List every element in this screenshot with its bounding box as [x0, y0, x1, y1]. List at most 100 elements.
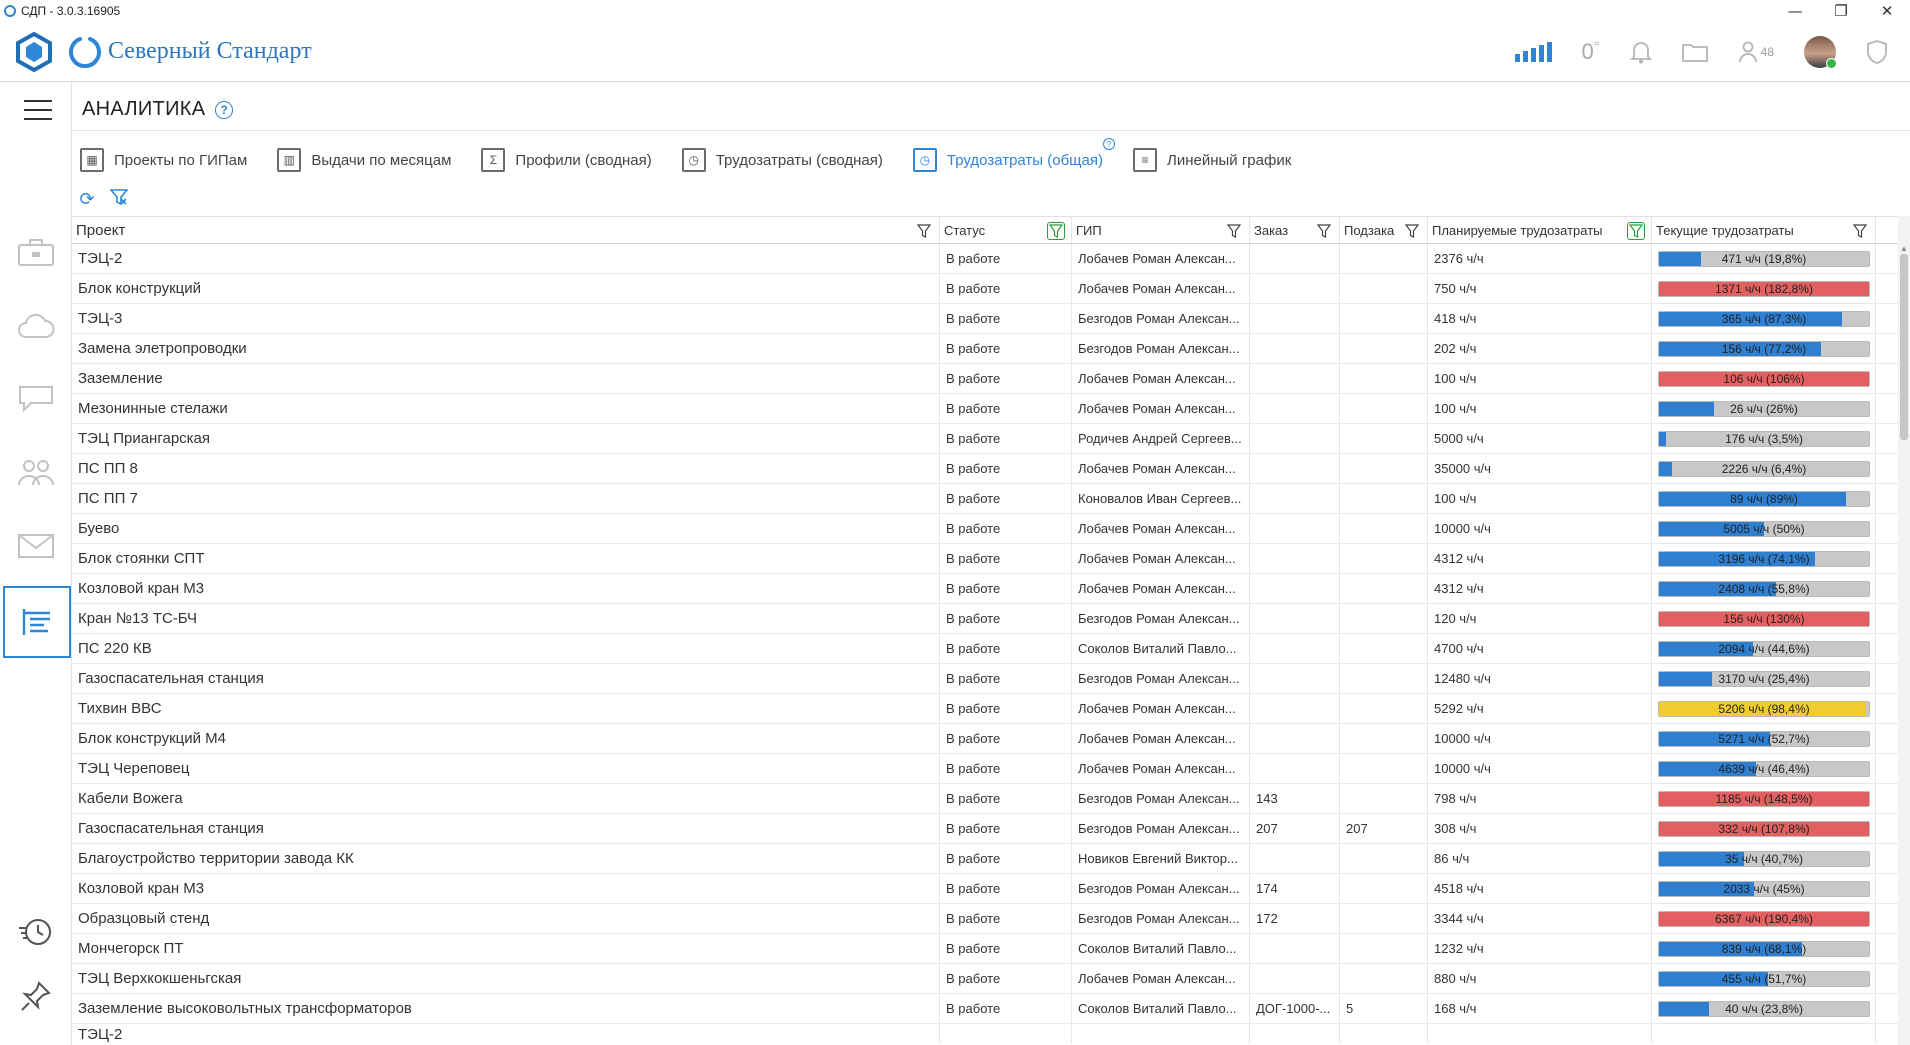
company-logo-icon	[16, 31, 52, 72]
table-row[interactable]: ПС 220 КВ В работе Соколов Виталий Павло..…	[72, 634, 1900, 664]
current-cell: 455 ч/ч (51,7%)	[1652, 964, 1876, 993]
current-cell: 471 ч/ч (19,8%)	[1652, 244, 1876, 273]
menu-toggle[interactable]	[0, 82, 72, 154]
filter-active-icon[interactable]	[1047, 222, 1065, 240]
tab-gantt-chart[interactable]: ≡ Линейный график	[1132, 148, 1292, 172]
menu-icon	[24, 100, 52, 120]
restore-button[interactable]: ❐	[1818, 0, 1864, 22]
suborder-cell	[1340, 754, 1428, 783]
counter-indicator[interactable]: 0=	[1582, 39, 1600, 65]
table-row[interactable]: Заземление В работе Лобачев Роман Алексан.…	[72, 364, 1900, 394]
help-icon[interactable]: ?	[215, 100, 234, 119]
column-current[interactable]: Текущие трудозатраты	[1652, 217, 1876, 243]
table-row[interactable]: ТЭЦ-3 В работе Безгодов Роман Алексан... 41…	[72, 304, 1900, 334]
current-cell: 156 ч/ч (77,2%)	[1652, 334, 1876, 363]
table-row[interactable]: Блок конструкций В работе Лобачев Роман Ал…	[72, 274, 1900, 304]
bell-icon[interactable]	[1629, 40, 1652, 64]
column-gip[interactable]: ГИП	[1072, 217, 1250, 243]
rail-history[interactable]	[0, 902, 72, 962]
table-row[interactable]: Газоспасательная станция В работе Безгодов…	[72, 664, 1900, 694]
planned-cell: 12480 ч/ч	[1428, 664, 1652, 693]
table-row[interactable]: ТЭЦ Череповец В работе Лобачев Роман Алекс…	[72, 754, 1900, 784]
shield-icon[interactable]	[1866, 39, 1888, 65]
tab-labor-general[interactable]: ◷ Трудозатраты (общая) ?	[912, 138, 1115, 172]
table-row[interactable]: ПС ПП 7В работе Коновалов Иван Сергеев...…	[72, 484, 1900, 514]
rail-mail[interactable]	[0, 516, 72, 576]
tab-labor-summary[interactable]: ◷ Трудозатраты (сводная)	[681, 148, 883, 172]
suborder-cell	[1340, 274, 1428, 303]
rail-team[interactable]	[0, 442, 72, 502]
tab-issues-by-month[interactable]: ▥ Выдачи по месяцам	[277, 148, 451, 172]
rail-analytics[interactable]	[3, 586, 71, 658]
column-suborder[interactable]: Подзака	[1340, 217, 1428, 243]
connection-signal-icon[interactable]	[1514, 42, 1552, 62]
column-project[interactable]: Проект	[72, 217, 940, 243]
progress-label: 455 ч/ч (51,7%)	[1721, 971, 1807, 986]
close-button[interactable]: ✕	[1864, 0, 1910, 22]
progress-label: 471 ч/ч (19,8%)	[1721, 251, 1807, 266]
suborder-cell	[1340, 424, 1428, 453]
table-row[interactable]: ТЭЦ-2	[72, 1024, 1900, 1044]
table-row[interactable]: ТЭЦ Приангарская В работе Родичев Андрей С…	[72, 424, 1900, 454]
minimize-button[interactable]: —	[1772, 0, 1818, 22]
status-cell: В работе	[940, 424, 1072, 453]
column-planned[interactable]: Планируемые трудозатраты	[1428, 217, 1652, 243]
folder-icon[interactable]	[1681, 42, 1708, 62]
table-row[interactable]: Мезонинные стелажи В работе Лобачев Роман …	[72, 394, 1900, 424]
status-cell: В работе	[940, 364, 1072, 393]
planned-cell: 86 ч/ч	[1428, 844, 1652, 873]
table-row[interactable]: Блок конструкций М4 В работе Лобачев Роман…	[72, 724, 1900, 754]
filter-icon[interactable]	[1225, 222, 1243, 240]
table-row[interactable]: ТЭЦ Верхкокшеньгская В работе Лобачев Рома…	[72, 964, 1900, 994]
filter-icon[interactable]	[1851, 222, 1869, 240]
filter-icon[interactable]	[1403, 222, 1421, 240]
scrollbar-thumb[interactable]	[1900, 254, 1908, 440]
column-status[interactable]: Статус	[940, 217, 1072, 243]
filter-icon[interactable]	[1315, 222, 1333, 240]
suborder-cell	[1340, 454, 1428, 483]
filter-icon[interactable]	[915, 222, 933, 240]
table-row[interactable]: Заземление высоковольтных трансформаторо…	[72, 994, 1900, 1024]
project-cell: Блок стоянки СПТ	[72, 544, 940, 573]
gip-cell: Лобачев Роман Алексан...	[1072, 364, 1250, 393]
table-row[interactable]: Кран №13 ТС-БЧ В работе Безгодов Роман Але…	[72, 604, 1900, 634]
scroll-up-arrow-icon[interactable]: ▲	[1900, 244, 1908, 253]
table-row[interactable]: ПС ПП 8В работе Лобачев Роман Алексан... 3…	[72, 454, 1900, 484]
rail-projects[interactable]	[0, 222, 72, 282]
status-cell: В работе	[940, 694, 1072, 723]
table-row[interactable]: Замена элетропроводки В работе Безгодов Ро…	[72, 334, 1900, 364]
rail-storage[interactable]	[0, 296, 72, 356]
table-row[interactable]: Газоспасательная станция В работе Безгодов…	[72, 814, 1900, 844]
column-order[interactable]: Заказ	[1250, 217, 1340, 243]
suborder-cell	[1340, 544, 1428, 573]
status-cell: В работе	[940, 904, 1072, 933]
avatar[interactable]	[1804, 36, 1837, 69]
tab-label: Профили (сводная)	[515, 151, 652, 169]
order-cell	[1250, 964, 1340, 993]
users-indicator[interactable]: 48	[1738, 41, 1774, 63]
table-row[interactable]: Козловой кран М3 В работе Лобачев Роман Ал…	[72, 574, 1900, 604]
mail-icon	[18, 534, 54, 558]
table-row[interactable]: Тихвин ВВС В работе Лобачев Роман Алексан.…	[72, 694, 1900, 724]
table-row[interactable]: Козловой кран М3 В работе Безгодов Роман А…	[72, 874, 1900, 904]
table-row[interactable]: Кабели Вожега В работе Безгодов Роман Алек…	[72, 784, 1900, 814]
gip-cell: Безгодов Роман Алексан...	[1072, 784, 1250, 813]
rail-chat[interactable]	[0, 368, 72, 428]
filter-active-icon[interactable]	[1627, 222, 1645, 240]
table-row[interactable]: Блок стоянки СПТ В работе Лобачев Роман Ал…	[72, 544, 1900, 574]
tab-profiles-summary[interactable]: Σ Профили (сводная)	[481, 148, 652, 172]
table-row[interactable]: ТЭЦ-2 В работе Лобачев Роман Алексан... 237…	[72, 244, 1900, 274]
table-row[interactable]: Буево В работе Лобачев Роман Алексан... 100…	[72, 514, 1900, 544]
vertical-scrollbar[interactable]: ▲	[1898, 216, 1910, 1045]
table-row[interactable]: Мончегорск ПТ В работе Соколов Виталий Пав…	[72, 934, 1900, 964]
table-row[interactable]: Благоустройство территории завода КК В ра…	[72, 844, 1900, 874]
tab-help-icon[interactable]: ?	[1102, 138, 1115, 150]
refresh-icon[interactable]: ⟳	[76, 189, 98, 210]
order-cell	[1250, 514, 1340, 543]
tab-projects-by-gip[interactable]: ▦ Проекты по ГИПам	[80, 148, 247, 172]
table-row[interactable]: Образцовый стенд В работе Безгодов Роман А…	[72, 904, 1900, 934]
clear-filter-icon[interactable]	[108, 188, 130, 211]
project-cell: ПС 220 КВ	[72, 634, 940, 663]
rail-pin[interactable]	[0, 966, 72, 1026]
tab-label: Линейный график	[1166, 151, 1292, 169]
